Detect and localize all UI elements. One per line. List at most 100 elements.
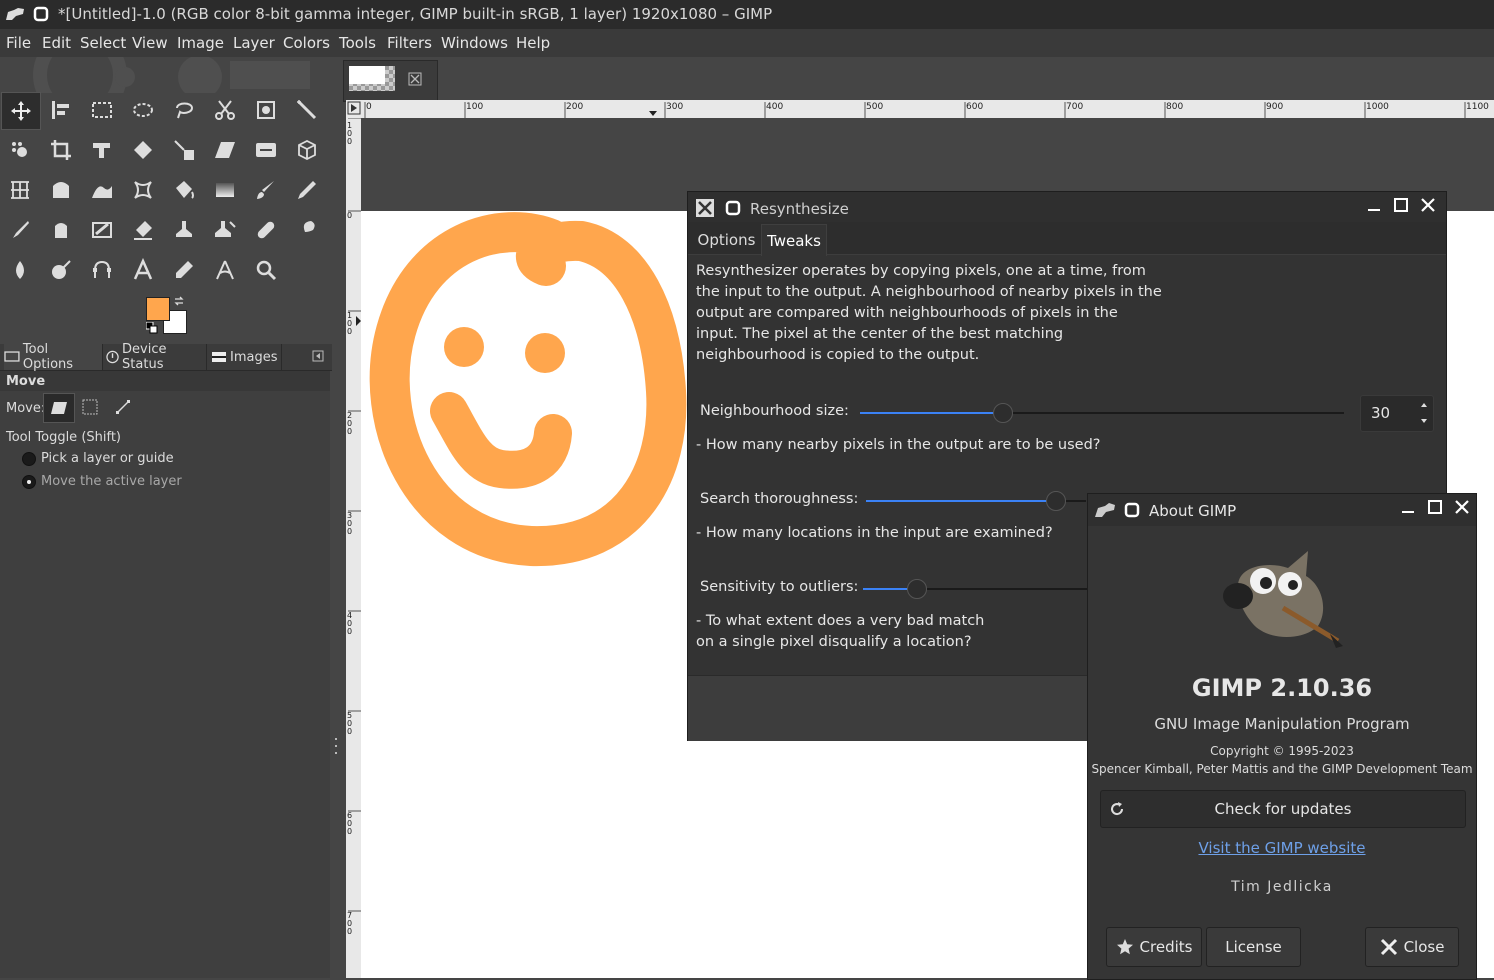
maximize-button[interactable]: [1390, 197, 1412, 217]
menu-colors[interactable]: Colors: [283, 34, 330, 52]
close-image-icon[interactable]: [408, 72, 422, 86]
bucket-icon: [176, 181, 194, 199]
grid-icon: [11, 181, 29, 199]
credits-button[interactable]: Credits: [1106, 927, 1202, 967]
spin-arrows-icon[interactable]: [1419, 400, 1429, 426]
flip-tool[interactable]: [247, 132, 285, 168]
crop-tool[interactable]: [42, 132, 80, 168]
check-updates-button[interactable]: Check for updates: [1100, 790, 1466, 828]
window-menu-icon[interactable]: [1124, 502, 1140, 518]
free-select-tool[interactable]: [165, 92, 203, 128]
menu-tools[interactable]: Tools: [339, 34, 376, 52]
minimize-button[interactable]: [1363, 197, 1385, 217]
tab-options[interactable]: Options: [694, 226, 759, 254]
paintbrush-tool[interactable]: [247, 172, 285, 208]
neighbourhood-size-value: 30: [1371, 404, 1391, 422]
neighbourhood-size-spinbox[interactable]: 30: [1360, 395, 1434, 432]
vruler-label-500: 500: [347, 711, 353, 736]
shear-tool[interactable]: [206, 132, 244, 168]
ellipse-select-tool[interactable]: [124, 92, 162, 128]
handle-transform-tool[interactable]: [124, 172, 162, 208]
handle-transform-icon: [134, 181, 152, 199]
license-button[interactable]: License: [1206, 927, 1301, 967]
sensitivity-slider-handle[interactable]: [907, 579, 927, 599]
maximize-icon: [1394, 198, 1408, 212]
hruler-label-900: 900: [1266, 102, 1284, 112]
menu-layer[interactable]: Layer: [233, 34, 275, 52]
scissors-tool[interactable]: [206, 92, 244, 128]
pencil-tool[interactable]: [288, 172, 326, 208]
tab-tool-options[interactable]: Tool Options: [4, 342, 103, 372]
warp-tool[interactable]: [42, 172, 80, 208]
ink-tool[interactable]: [42, 212, 80, 248]
paths-tool[interactable]: [83, 252, 121, 288]
close-button[interactable]: [1451, 499, 1473, 519]
tab-tweaks[interactable]: Tweaks: [761, 224, 827, 256]
fuzzy-select-tool[interactable]: [288, 92, 326, 128]
tab-tool-options-label: Tool Options: [22, 342, 74, 372]
smiley-drawing: [369, 212, 687, 567]
move-selection-mode-button[interactable]: [78, 393, 102, 421]
default-colors-icon[interactable]: [146, 322, 158, 334]
foreground-color-swatch[interactable]: [146, 297, 170, 321]
swap-colors-icon[interactable]: [173, 295, 185, 307]
tab-options-label: Options: [697, 231, 756, 249]
dodge-burn-tool[interactable]: [42, 252, 80, 288]
menu-image[interactable]: Image: [177, 34, 224, 52]
heal-tool[interactable]: [247, 212, 285, 248]
text-tool[interactable]: [124, 252, 162, 288]
zoom-tool[interactable]: [247, 252, 285, 288]
foreground-select-tool[interactable]: [247, 92, 285, 128]
image-tab[interactable]: [343, 60, 438, 102]
warp-transform-tool[interactable]: [124, 132, 162, 168]
airbrush-tool[interactable]: [1, 212, 39, 248]
measure-tool[interactable]: [206, 252, 244, 288]
dock-menu-icon[interactable]: [312, 350, 324, 362]
maximize-button[interactable]: [1424, 499, 1446, 519]
menu-file[interactable]: File: [6, 34, 31, 52]
gimp-website-link[interactable]: Visit the GIMP website: [1088, 839, 1476, 857]
radio-move-active-layer[interactable]: [22, 475, 36, 489]
move-tool[interactable]: [1, 92, 41, 130]
menu-select[interactable]: Select: [80, 34, 126, 52]
menu-filters[interactable]: Filters: [387, 34, 432, 52]
mypaint-brush-tool[interactable]: [83, 212, 121, 248]
heal-clone-tool[interactable]: [206, 212, 244, 248]
sensitivity-label: Sensitivity to outliers:: [700, 579, 859, 595]
gradient-tool[interactable]: [206, 172, 244, 208]
search-thoroughness-slider-handle[interactable]: [1046, 491, 1066, 511]
scale-tool[interactable]: [165, 132, 203, 168]
bucket-fill-tool[interactable]: [165, 172, 203, 208]
close-button[interactable]: [1417, 197, 1439, 217]
align-tool[interactable]: [42, 92, 80, 128]
move-path-mode-button[interactable]: [111, 393, 135, 421]
perspective-clone-tool[interactable]: [1, 172, 39, 208]
pane-resize-handle[interactable]: [334, 738, 338, 758]
tab-images[interactable]: Images: [211, 344, 282, 370]
rect-select-tool[interactable]: [83, 92, 121, 128]
tab-device-status[interactable]: Device Status: [106, 342, 207, 372]
blur-tool[interactable]: [1, 252, 39, 288]
move-mode-label: Move:: [6, 401, 46, 416]
smudge-tool[interactable]: [288, 212, 326, 248]
menu-windows[interactable]: Windows: [441, 34, 508, 52]
eraser-tool[interactable]: [124, 212, 162, 248]
ink-icon: [55, 223, 67, 238]
color-picker-tool[interactable]: [165, 252, 203, 288]
about-gimp-dialog: About GIMP GIMP 2.10.36 GNU Image Manipu…: [1087, 493, 1477, 980]
window-menu-icon[interactable]: [725, 200, 741, 216]
clone-tool[interactable]: [165, 212, 203, 248]
neighbourhood-slider-handle[interactable]: [993, 403, 1013, 423]
window-menu-icon[interactable]: [33, 6, 49, 22]
3d-transform-tool[interactable]: [288, 132, 326, 168]
menu-help[interactable]: Help: [516, 34, 550, 52]
radio-pick-layer[interactable]: [22, 452, 36, 466]
about-close-button[interactable]: Close: [1365, 927, 1459, 967]
smudge-wave-tool[interactable]: [83, 172, 121, 208]
menu-view[interactable]: View: [132, 34, 168, 52]
select-by-color-tool[interactable]: [1, 132, 39, 168]
unified-transform-tool[interactable]: [83, 132, 121, 168]
minimize-button[interactable]: [1397, 499, 1419, 519]
move-layer-mode-button[interactable]: [43, 393, 75, 423]
menu-edit[interactable]: Edit: [42, 34, 71, 52]
